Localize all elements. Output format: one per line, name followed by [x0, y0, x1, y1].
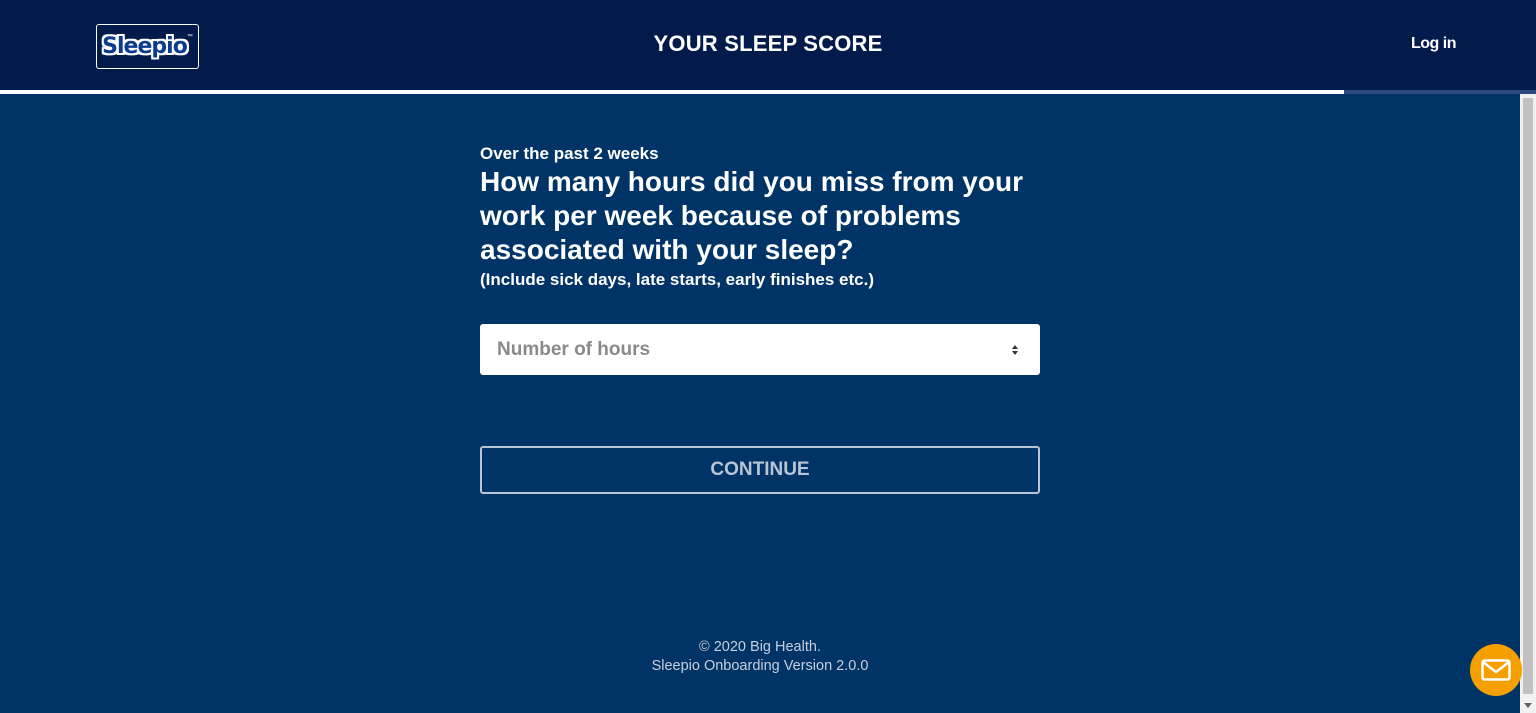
footer-copyright: © 2020 Big Health. [699, 639, 821, 655]
question-hint: (Include sick days, late starts, early f… [480, 270, 875, 289]
spinner-down-icon[interactable] [1012, 351, 1018, 355]
footer-version: Sleepio Onboarding Version 2.0.0 [651, 658, 869, 674]
number-spinner[interactable] [1009, 342, 1021, 358]
footer: © 2020 Big Health. Sleepio Onboarding Ve… [480, 638, 1040, 676]
continue-button[interactable]: CONTINUE [480, 446, 1040, 494]
chat-button[interactable] [1470, 644, 1522, 696]
login-link[interactable]: Log in [1411, 35, 1456, 53]
hours-number-input[interactable] [480, 328, 999, 371]
vertical-scrollbar[interactable] [1520, 94, 1536, 713]
spinner-up-icon[interactable] [1012, 345, 1018, 349]
progress-bar-fill [0, 90, 1344, 94]
mail-envelope-icon [1481, 659, 1511, 681]
hours-input-container [480, 324, 1040, 375]
question-text: How many hours did you miss from your wo… [480, 166, 1023, 265]
question-timeframe: Over the past 2 weeks [480, 144, 659, 163]
question-block: Over the past 2 weeks How many hours did… [480, 143, 1040, 291]
page-title: YOUR SLEEP SCORE [653, 31, 883, 56]
scrollbar-thumb[interactable] [1523, 98, 1533, 694]
top-header: Sleepio ™ YOUR SLEEP SCORE Log in [0, 0, 1536, 90]
progress-bar [0, 90, 1536, 94]
scroll-down-arrow-icon[interactable] [1524, 703, 1532, 708]
